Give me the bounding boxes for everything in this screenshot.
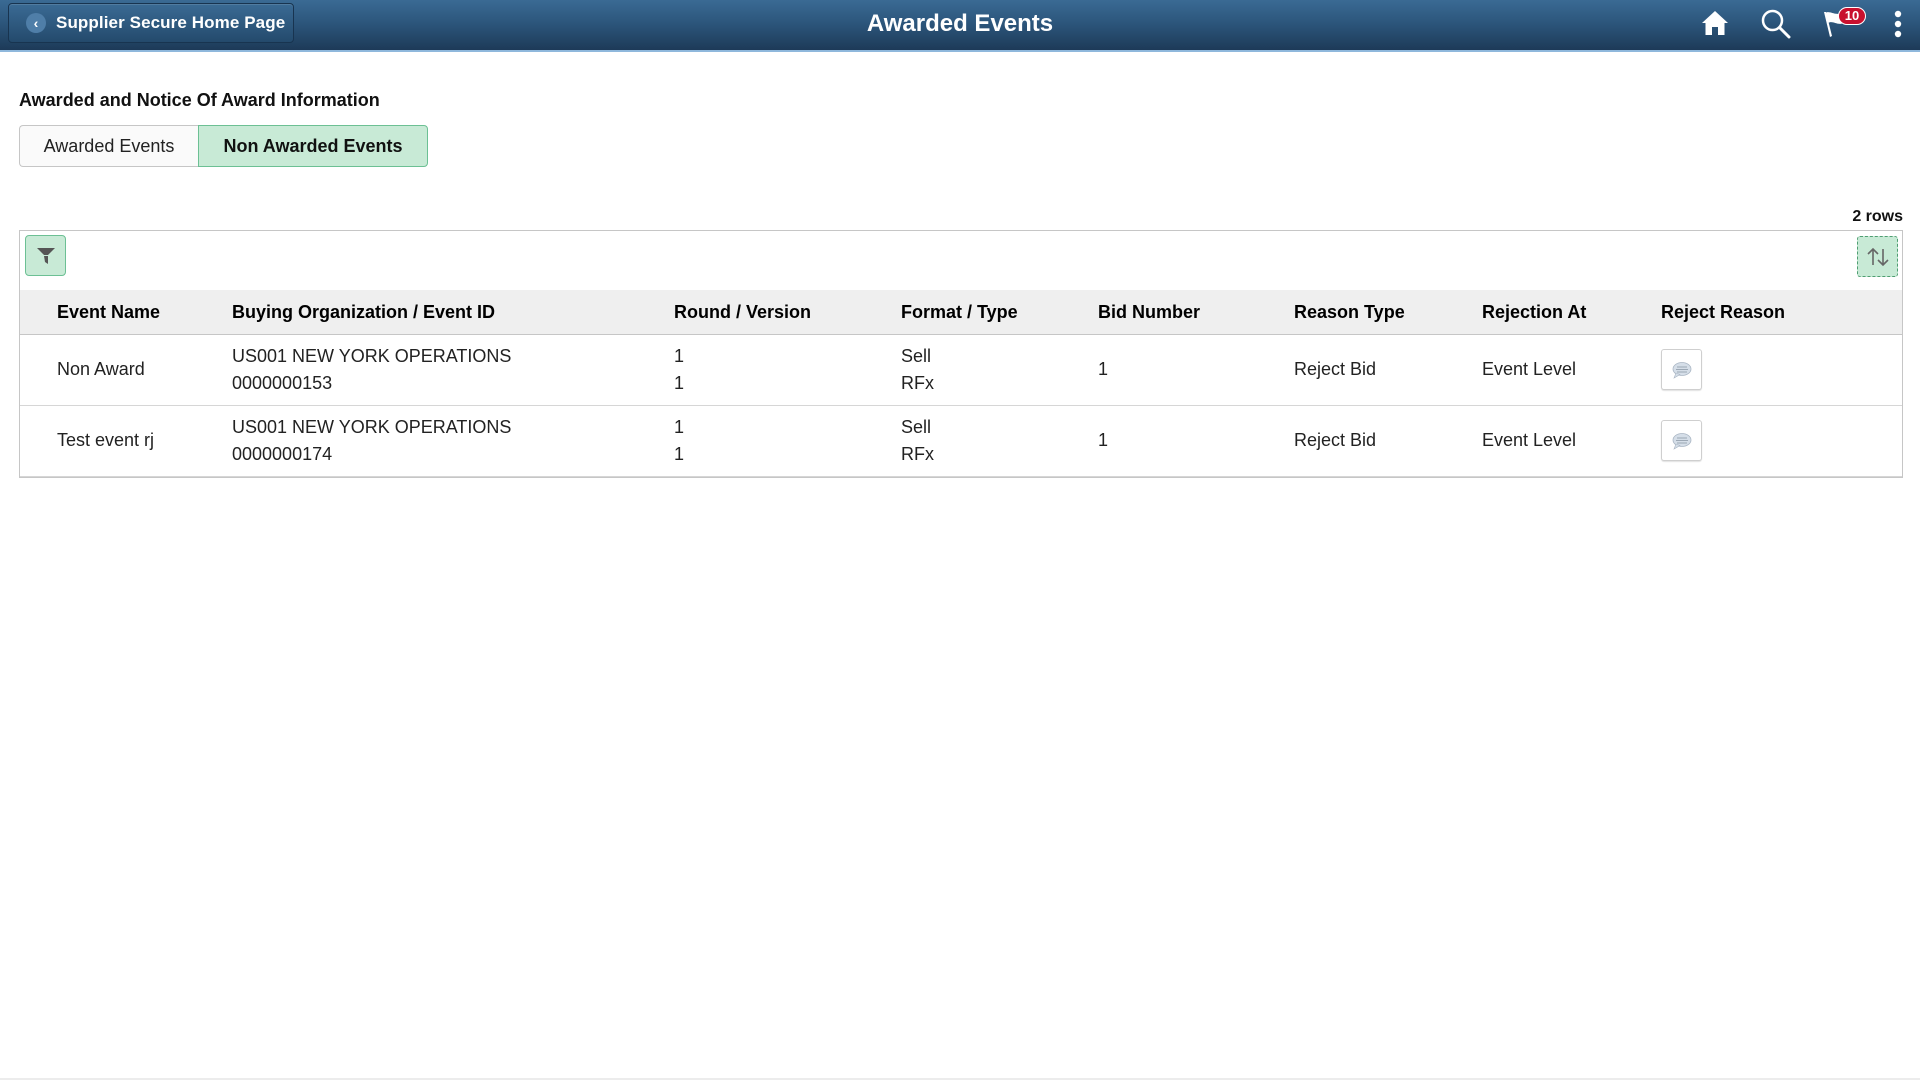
column-header-bid-number[interactable]: Bid Number <box>1098 302 1200 323</box>
filter-icon <box>36 247 55 264</box>
header-banner: ‹ Supplier Secure Home Page Awarded Even… <box>0 0 1920 52</box>
reason-type: Reject Bid <box>1294 430 1377 450</box>
round: 1 <box>674 346 685 366</box>
filter-button[interactable] <box>25 235 66 276</box>
event-name: Test event rj <box>57 430 155 450</box>
rejection-at: Event Level <box>1482 359 1577 379</box>
version: 1 <box>674 444 685 464</box>
tab-awarded-events[interactable]: Awarded Events <box>19 125 198 167</box>
grid-header-row: Event Name Buying Organization / Event I… <box>20 290 1902 335</box>
home-icon[interactable] <box>1700 8 1730 43</box>
reject-reason-button[interactable] <box>1661 420 1702 461</box>
format: Sell <box>901 417 932 437</box>
column-header-event-name[interactable]: Event Name <box>57 302 160 323</box>
event-id: 0000000174 <box>232 444 333 464</box>
reason-type: Reject Bid <box>1294 359 1377 379</box>
column-header-round-version[interactable]: Round / Version <box>674 302 811 323</box>
buying-organization: US001 NEW YORK OPERATIONS <box>232 346 512 366</box>
column-header-reason-type[interactable]: Reason Type <box>1294 302 1405 323</box>
vertical-ellipsis-icon[interactable] <box>1892 10 1904 45</box>
page-title: Awarded Events <box>866 10 1054 37</box>
reject-reason-button[interactable] <box>1661 349 1702 390</box>
buying-organization: US001 NEW YORK OPERATIONS <box>232 417 512 437</box>
bid-number: 1 <box>1098 359 1109 379</box>
rejection-at: Event Level <box>1482 430 1577 450</box>
notification-count-badge: 10 <box>1838 7 1866 25</box>
tab-non-awarded-events[interactable]: Non Awarded Events <box>198 125 428 167</box>
table-row[interactable]: Non Award US001 NEW YORK OPERATIONS 0000… <box>20 335 1902 406</box>
type: RFx <box>901 444 934 464</box>
format: Sell <box>901 346 932 366</box>
section-title: Awarded and Notice Of Award Information <box>19 90 380 110</box>
comment-icon <box>1672 432 1691 450</box>
column-header-reject-reason[interactable]: Reject Reason <box>1661 302 1785 323</box>
sort-button[interactable] <box>1857 236 1898 277</box>
sort-icon <box>1866 247 1889 266</box>
column-header-buying-org[interactable]: Buying Organization / Event ID <box>232 302 495 323</box>
search-icon[interactable] <box>1760 8 1792 45</box>
version: 1 <box>674 373 685 393</box>
comment-icon <box>1672 361 1691 379</box>
round: 1 <box>674 417 685 437</box>
event-name: Non Award <box>57 359 145 379</box>
event-tabs: Awarded Events Non Awarded Events <box>19 125 428 167</box>
grid-toolbar <box>20 231 1902 291</box>
event-id: 0000000153 <box>232 373 333 393</box>
column-header-format-type[interactable]: Format / Type <box>901 302 1018 323</box>
table-row[interactable]: Test event rj US001 NEW YORK OPERATIONS … <box>20 406 1902 477</box>
row-count: 2 rows <box>1852 208 1903 225</box>
column-header-rejection-at[interactable]: Rejection At <box>1482 302 1586 323</box>
type: RFx <box>901 373 934 393</box>
events-grid: Event Name Buying Organization / Event I… <box>19 230 1903 478</box>
bid-number: 1 <box>1098 430 1109 450</box>
